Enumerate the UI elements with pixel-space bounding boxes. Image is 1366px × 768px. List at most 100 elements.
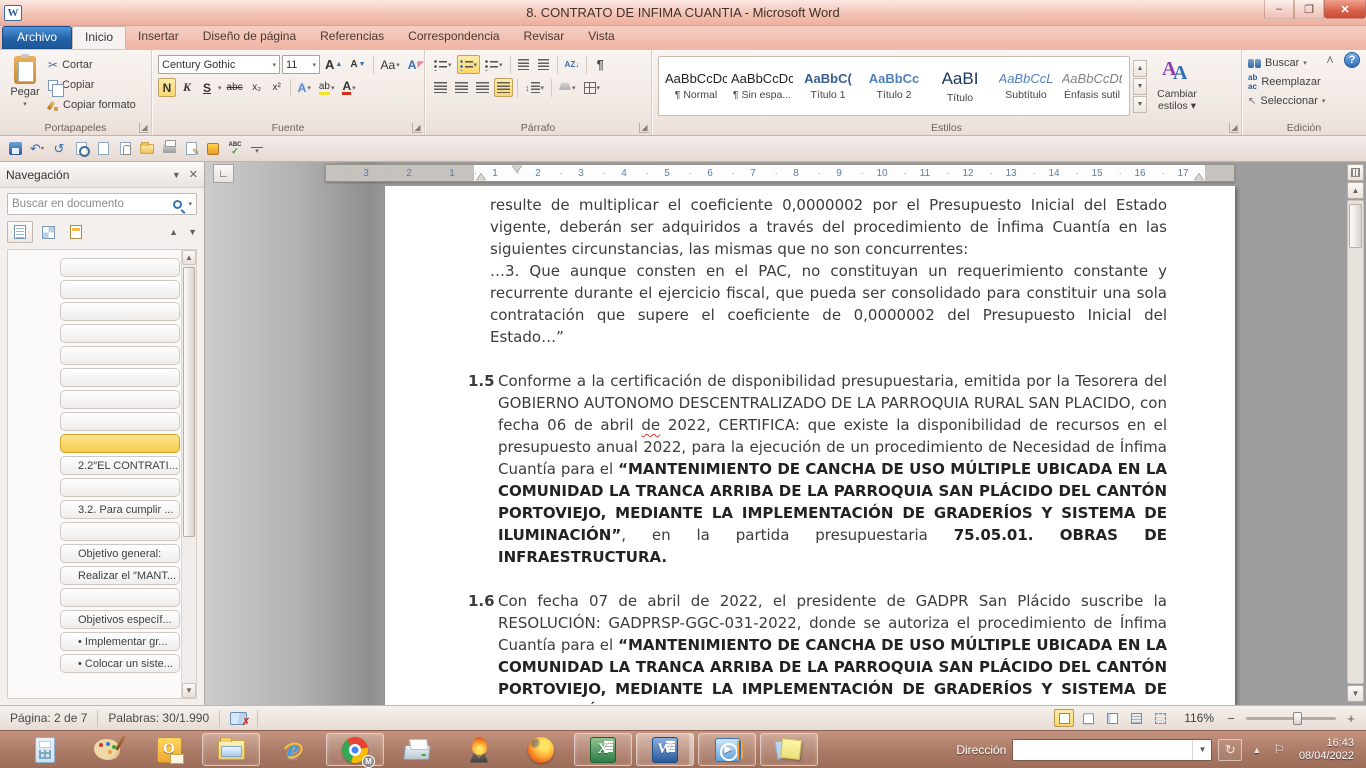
address-input[interactable]: ▼ [1012, 739, 1212, 761]
attach-file-button[interactable] [116, 140, 134, 158]
clear-formatting-button[interactable]: A◤ [405, 55, 428, 74]
navigation-scrollbar[interactable]: ▲ ▼ [181, 250, 196, 698]
taskbar-excel-button[interactable]: X [574, 733, 632, 766]
line-spacing-button[interactable]: ↕▾ [522, 78, 547, 97]
copy-button[interactable]: Copiar [48, 77, 136, 93]
nav-heading-item[interactable]: • Colocar un siste... [60, 654, 180, 673]
paste-button[interactable]: Pegar ▾ [4, 53, 46, 119]
insert-object-button[interactable] [204, 140, 222, 158]
horizontal-ruler[interactable]: 321 1234567891011121314151617 [325, 164, 1235, 182]
redo-button[interactable]: ↺ [50, 140, 68, 158]
highlight-button[interactable]: ab▾ [316, 78, 338, 97]
font-size-combo[interactable]: 11▾ [282, 55, 320, 74]
tab-referencias[interactable]: Referencias [308, 26, 396, 49]
font-color-button[interactable]: A▾ [339, 78, 358, 97]
style-item[interactable]: AaBbCcDc¶ Normal [663, 59, 729, 113]
change-case-button[interactable]: Aa▾ [378, 55, 403, 74]
navigation-search-input[interactable]: Buscar en documento ▾ [7, 193, 197, 215]
bold-button[interactable]: N [158, 78, 176, 97]
style-item[interactable]: AaBITítulo [927, 59, 993, 113]
nav-heading-item[interactable] [60, 324, 180, 343]
tab-revisar[interactable]: Revisar [512, 26, 577, 49]
document-page[interactable]: resulte de multiplicar el coeficiente 0,… [385, 186, 1235, 705]
taskbar-outlook-button[interactable]: O [140, 733, 198, 766]
align-center-button[interactable] [452, 78, 471, 97]
nav-heading-item[interactable]: 3.2. Para cumplir ... [60, 500, 180, 519]
taskbar-chrome-button[interactable]: M [326, 733, 384, 766]
action-center-flag-icon[interactable]: ⚐ [1271, 742, 1287, 758]
quick-print-button[interactable] [160, 140, 178, 158]
grow-font-button[interactable]: A▲ [322, 55, 345, 74]
align-right-button[interactable] [473, 78, 492, 97]
tab-inicio[interactable]: Inicio [72, 26, 126, 49]
outline-view-button[interactable] [1126, 709, 1146, 727]
style-item[interactable]: AaBbCcTítulo 2 [861, 59, 927, 113]
replace-button[interactable]: abacReemplazar [1248, 74, 1325, 90]
style-item[interactable]: AaBbCcLSubtítulo [993, 59, 1059, 113]
taskbar-paint-button[interactable] [78, 733, 136, 766]
zoom-in-button[interactable]: + [1344, 711, 1358, 726]
zoom-slider-thumb[interactable] [1293, 712, 1302, 725]
styles-scroll-up[interactable]: ▲ [1133, 60, 1147, 77]
zoom-level[interactable]: 116% [1184, 711, 1214, 725]
tab-correspondencia[interactable]: Correspondencia [396, 26, 511, 49]
document-paragraph[interactable]: …3. Que aunque consten en el PAC, no con… [490, 260, 1167, 348]
shrink-font-button[interactable]: A▼ [347, 55, 368, 74]
subscript-button[interactable]: x₂ [248, 78, 266, 97]
save-button[interactable] [6, 140, 24, 158]
draft-view-button[interactable] [1150, 709, 1170, 727]
shading-button[interactable]: ▾ [556, 78, 579, 97]
tab-selector[interactable]: ∟ [213, 164, 234, 183]
text-effects-button[interactable]: A▾ [295, 78, 314, 97]
taskbar-explorer-button[interactable] [202, 733, 260, 766]
help-icon[interactable]: ? [1344, 52, 1360, 68]
underline-dropdown[interactable]: ▾ [218, 84, 222, 92]
nav-tab-results[interactable] [63, 221, 89, 243]
hanging-indent-marker[interactable] [476, 174, 486, 181]
nav-tab-headings[interactable] [7, 221, 33, 243]
nav-heading-item[interactable]: • Implementar gr... [60, 632, 180, 651]
sort-button[interactable]: AZ↓ [562, 55, 583, 74]
next-heading-arrow[interactable]: ▼ [188, 227, 197, 237]
styles-more[interactable]: ▼ [1133, 96, 1147, 113]
web-layout-button[interactable] [1102, 709, 1122, 727]
document-paragraph[interactable]: 1.6Con fecha 07 de abril de 2022, el pre… [490, 590, 1167, 705]
show-hidden-icons-button[interactable]: ▲ [1248, 745, 1265, 755]
customize-qat-button[interactable]: ▾ [248, 140, 266, 158]
styles-scroll-down[interactable]: ▼ [1133, 78, 1147, 95]
clipboard-dialog-launcher[interactable]: ◢ [139, 123, 149, 133]
styles-dialog-launcher[interactable]: ◢ [1229, 123, 1239, 133]
nav-heading-item[interactable] [60, 522, 180, 541]
scroll-up-arrow[interactable]: ▲ [1347, 182, 1364, 199]
navigation-menu-arrow[interactable]: ▼ [172, 170, 181, 180]
address-go-button[interactable]: ↻ [1218, 739, 1242, 761]
vertical-scrollbar[interactable]: ▲ ▼ [1347, 164, 1364, 702]
print-layout-view-button[interactable] [1054, 709, 1074, 727]
nav-heading-item[interactable] [60, 412, 180, 431]
multilevel-list-button[interactable]: ▾ [482, 55, 506, 74]
zoom-slider[interactable] [1246, 717, 1336, 720]
nav-heading-item[interactable] [60, 258, 180, 277]
first-line-indent-marker[interactable] [512, 165, 522, 172]
tab-insertar[interactable]: Insertar [126, 26, 191, 49]
search-dropdown-arrow[interactable]: ▾ [188, 200, 192, 208]
strikethrough-button[interactable]: abc [224, 78, 246, 97]
find-button[interactable]: Buscar▾ [1248, 55, 1325, 71]
decrease-indent-button[interactable] [515, 55, 533, 74]
page-count[interactable]: Página: 2 de 7 [0, 710, 98, 727]
cut-button[interactable]: ✂Cortar [48, 57, 136, 73]
proofing-status[interactable] [220, 710, 258, 727]
style-item[interactable]: AaBbC(Título 1 [795, 59, 861, 113]
word-count[interactable]: Palabras: 30/1.990 [98, 710, 220, 727]
nav-heading-item[interactable]: 2.2″EL CONTRATI... [60, 456, 180, 475]
nav-heading-item[interactable]: Realizar el ″MANT... [60, 566, 180, 585]
style-item[interactable]: AaBbCcDc¶ Sin espa... [729, 59, 795, 113]
taskbar-winamp-button[interactable] [450, 733, 508, 766]
tab-dise-o-de-p-gina[interactable]: Diseño de página [191, 26, 308, 49]
select-button[interactable]: ↖Seleccionar▾ [1248, 93, 1325, 109]
nav-heading-item[interactable]: Objetivos específ... [60, 610, 180, 629]
nav-heading-item[interactable] [60, 478, 180, 497]
restore-button[interactable]: ❐ [1294, 0, 1324, 19]
taskbar-firefox-button[interactable] [512, 733, 570, 766]
nav-heading-item[interactable] [60, 280, 180, 299]
